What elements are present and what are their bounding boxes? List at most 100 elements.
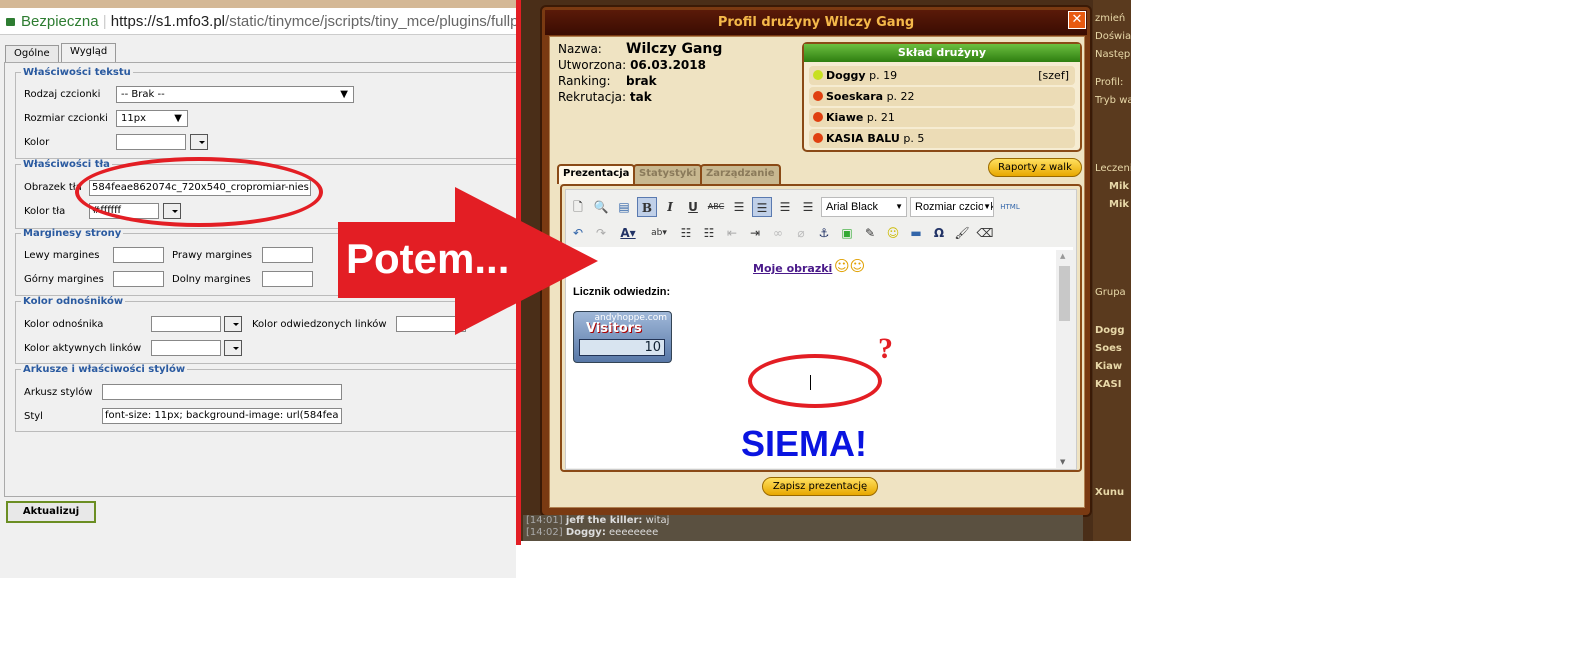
- side-text: Mik: [1109, 199, 1130, 210]
- roster-member[interactable]: Soeskara p. 22: [809, 87, 1075, 106]
- group-legend: Właściwości tła: [23, 159, 110, 170]
- tab-statystyki[interactable]: Statystyki: [633, 164, 703, 184]
- close-icon[interactable]: ✕: [1068, 11, 1086, 29]
- image-icon[interactable]: ▣: [837, 223, 857, 243]
- annotation-arrow-text: Potem...: [346, 235, 510, 282]
- active-color-input[interactable]: [151, 340, 221, 356]
- bullet-list-icon[interactable]: ☷: [676, 223, 696, 243]
- link-color-label: Kolor odnośnika: [24, 319, 104, 330]
- annotation-question: ?: [878, 332, 893, 365]
- roster-member[interactable]: Doggy p. 19 [szef]: [809, 66, 1075, 85]
- my-images-link[interactable]: Moje obrazki: [753, 262, 832, 275]
- chat-line: [14:01] jeff the killer: witaj: [526, 515, 670, 526]
- anchor-icon[interactable]: ⚓: [814, 223, 834, 243]
- tab-wyglad[interactable]: Wygląd: [61, 43, 117, 63]
- italic-icon[interactable]: I: [660, 197, 680, 217]
- visited-color-label: Kolor odwiedzonych linków: [252, 319, 387, 330]
- save-presentation-button[interactable]: Zapisz prezentację: [762, 477, 878, 496]
- chat-log: [14:01] jeff the killer: witaj [14:02] D…: [523, 515, 1083, 541]
- font-size-select[interactable]: Rozmiar czcionki ▼: [910, 197, 994, 217]
- align-right-icon[interactable]: ☰: [775, 197, 795, 217]
- side-text: Profil:: [1095, 77, 1124, 88]
- bold-icon[interactable]: B: [637, 197, 657, 217]
- stylesheet-input[interactable]: [102, 384, 342, 400]
- style-label: Styl: [24, 411, 43, 422]
- side-text: Soes: [1095, 343, 1122, 354]
- roster-member[interactable]: KASIA BALU p. 5: [809, 129, 1075, 148]
- group-legend: Właściwości tekstu: [23, 67, 131, 78]
- link-color-picker[interactable]: [224, 316, 242, 332]
- special-char-icon[interactable]: Ω: [929, 223, 949, 243]
- tab-zarzadzanie[interactable]: Zarządzanie: [700, 164, 781, 184]
- horizontal-rule-icon[interactable]: ▬: [906, 223, 926, 243]
- group-legend: Marginesy strony: [23, 228, 122, 239]
- top-margin-input[interactable]: [113, 271, 164, 287]
- color-picker-button[interactable]: [190, 134, 208, 150]
- active-color-picker[interactable]: [224, 340, 242, 356]
- info-key: Rekrutacja:: [558, 90, 627, 104]
- side-text: KASI: [1095, 379, 1122, 390]
- side-text: Grupa: [1095, 287, 1126, 298]
- number-list-icon[interactable]: ☷: [699, 223, 719, 243]
- template-icon[interactable]: ▤: [614, 197, 634, 217]
- url-path: /static/tinymce/jscripts/tiny_mce/plugin…: [225, 13, 516, 30]
- edit-icon[interactable]: ✎: [860, 223, 880, 243]
- browser-tab-strip: [0, 0, 516, 8]
- right-margin-input[interactable]: [262, 247, 313, 263]
- cleanup-icon[interactable]: 🖌: [952, 223, 972, 243]
- lock-icon: [6, 18, 15, 26]
- bottom-margin-input[interactable]: [262, 271, 313, 287]
- indent-icon[interactable]: ⇥: [745, 223, 765, 243]
- bg-color-label: Kolor tła: [24, 206, 66, 217]
- side-text: Tryb wa: [1095, 95, 1131, 106]
- info-key: Utworzona:: [558, 58, 627, 72]
- color-input[interactable]: [116, 134, 186, 150]
- link-icon[interactable]: ∞: [768, 223, 788, 243]
- justify-icon[interactable]: ☰: [798, 197, 818, 217]
- editor-scrollbar[interactable]: ▲ ▼: [1056, 250, 1073, 468]
- roster-member[interactable]: Kiawe p. 21: [809, 108, 1075, 127]
- style-input[interactable]: font-size: 11px; background-image: url(5…: [102, 408, 342, 424]
- size-select[interactable]: 11px ▼: [116, 110, 188, 127]
- left-margin-input[interactable]: [113, 247, 164, 263]
- roster-panel: Skład drużyny Doggy p. 19 [szef] Soeskara…: [802, 42, 1082, 152]
- info-key: Nazwa:: [558, 42, 602, 56]
- underline-icon[interactable]: U: [683, 197, 703, 217]
- font-select[interactable]: -- Brak -- ▼: [116, 86, 354, 103]
- tab-ogolne[interactable]: Ogólne: [5, 45, 59, 63]
- side-text: Dogg: [1095, 325, 1125, 336]
- side-text: Xunu: [1095, 487, 1125, 498]
- bottom-margin-label: Dolny margines: [172, 274, 251, 285]
- eraser-icon[interactable]: ⌫: [975, 223, 995, 243]
- size-label: Rozmiar czcionki: [24, 113, 108, 124]
- address-bar[interactable]: Bezpieczna | https://s1.mfo3.pl/static/t…: [0, 8, 516, 35]
- team-name: Wilczy Gang: [626, 41, 723, 57]
- font-color-icon[interactable]: A▾: [614, 223, 642, 243]
- strikethrough-icon[interactable]: ABC: [706, 197, 726, 217]
- align-center-icon[interactable]: ☰: [752, 197, 772, 217]
- unlink-icon[interactable]: ⌀: [791, 223, 811, 243]
- update-button[interactable]: Aktualizuj: [6, 501, 96, 523]
- link-color-input[interactable]: [151, 316, 221, 332]
- side-text: Kiaw: [1095, 361, 1123, 372]
- stylesheet-label: Arkusz stylów: [24, 387, 93, 398]
- align-left-icon[interactable]: ☰: [729, 197, 749, 217]
- url-host: https://s1.mfo3.pl: [110, 13, 226, 30]
- group-legend: Kolor odnośników: [23, 296, 124, 307]
- info-key: Ranking:: [558, 74, 611, 88]
- fight-reports-button[interactable]: Raporty z walk: [988, 158, 1082, 177]
- roster-title: Skład drużyny: [804, 44, 1080, 62]
- font-label: Rodzaj czcionki: [24, 89, 101, 100]
- annotation-ellipse: [748, 354, 882, 408]
- side-text: Następn: [1095, 49, 1131, 60]
- dialog-title: Profil drużyny Wilczy Gang: [545, 10, 1087, 35]
- created-date: 06.03.2018: [630, 58, 706, 72]
- tab-prezentacja[interactable]: Prezentacja: [557, 164, 636, 184]
- html-source-button[interactable]: HTML: [997, 197, 1023, 217]
- status-icon: [813, 91, 823, 101]
- side-text: Doświad: [1095, 31, 1131, 42]
- outdent-icon[interactable]: ⇤: [722, 223, 742, 243]
- highlight-icon[interactable]: ab▾: [645, 223, 673, 243]
- font-family-select[interactable]: Arial Black ▼: [821, 197, 907, 217]
- emoticon-icon[interactable]: ☺: [883, 223, 903, 243]
